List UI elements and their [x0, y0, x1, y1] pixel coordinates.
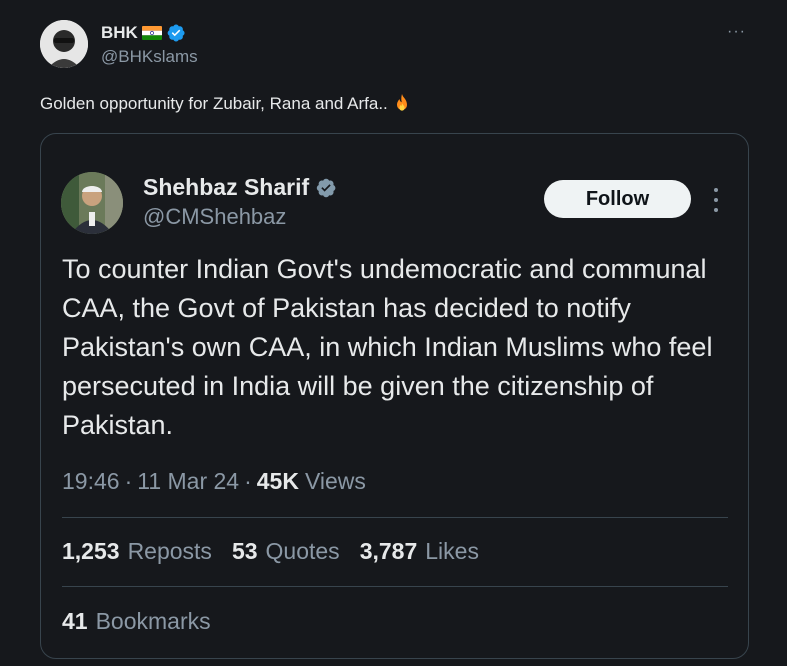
quoted-author-avatar-image: [61, 172, 123, 234]
tweet-date[interactable]: 11 Mar 24: [137, 468, 239, 495]
views-label: Views: [304, 468, 366, 494]
gray-verified-badge-icon: [315, 177, 337, 199]
quoted-tweet-text: To counter Indian Govt's undemocratic an…: [62, 254, 713, 440]
quotes-stat[interactable]: 53 Quotes: [232, 538, 340, 565]
verified-badge-icon: [166, 23, 186, 43]
follow-button[interactable]: Follow: [544, 180, 691, 218]
views-count: 45K: [256, 468, 299, 494]
divider: [62, 586, 728, 587]
engagement-stats-row: 1,253 Reposts 53 Quotes 3,787 Likes: [62, 538, 499, 565]
quoted-author-avatar[interactable]: [61, 172, 123, 234]
quoted-author-name-row[interactable]: Shehbaz Sharif: [143, 174, 337, 201]
bookmarks-label: Bookmarks: [95, 608, 211, 634]
author-name-row[interactable]: BHK: [101, 22, 186, 44]
meta-separator: ·: [244, 468, 252, 494]
author-avatar[interactable]: [40, 20, 88, 68]
author-handle[interactable]: @BHKslams: [101, 47, 198, 67]
quotes-label: Quotes: [265, 538, 340, 564]
quoted-author-handle[interactable]: @CMShehbaz: [143, 204, 286, 230]
more-options-icon[interactable]: ···: [727, 24, 746, 40]
quoted-author-display-name[interactable]: Shehbaz Sharif: [143, 174, 309, 201]
reposts-stat[interactable]: 1,253 Reposts: [62, 538, 212, 565]
likes-count: 3,787: [359, 538, 418, 564]
india-flag-icon: [141, 26, 162, 40]
tweet-meta-row: 19:46 · 11 Mar 24 · 45K Views: [62, 468, 366, 495]
vertical-more-options-icon[interactable]: [709, 188, 723, 212]
author-display-name[interactable]: BHK: [101, 23, 138, 43]
tweet-text-content: Golden opportunity for Zubair, Rana and …: [40, 94, 388, 113]
bookmarks-count: 41: [62, 608, 88, 634]
quoted-tweet-card[interactable]: Shehbaz Sharif @CMShehbaz Follow To coun…: [40, 133, 749, 659]
reposts-count: 1,253: [62, 538, 120, 564]
likes-label: Likes: [425, 538, 479, 564]
bookmarks-stat[interactable]: 41 Bookmarks: [62, 608, 211, 635]
fire-emoji-icon: [390, 92, 414, 116]
likes-stat[interactable]: 3,787 Likes: [360, 538, 479, 565]
divider: [62, 517, 728, 518]
tweet-text: Golden opportunity for Zubair, Rana and …: [40, 92, 414, 116]
tweet-time[interactable]: 19:46: [62, 468, 120, 495]
quotes-count: 53: [231, 538, 258, 564]
meta-separator: ·: [124, 468, 133, 494]
author-avatar-image: [40, 20, 88, 68]
reposts-label: Reposts: [127, 538, 212, 564]
